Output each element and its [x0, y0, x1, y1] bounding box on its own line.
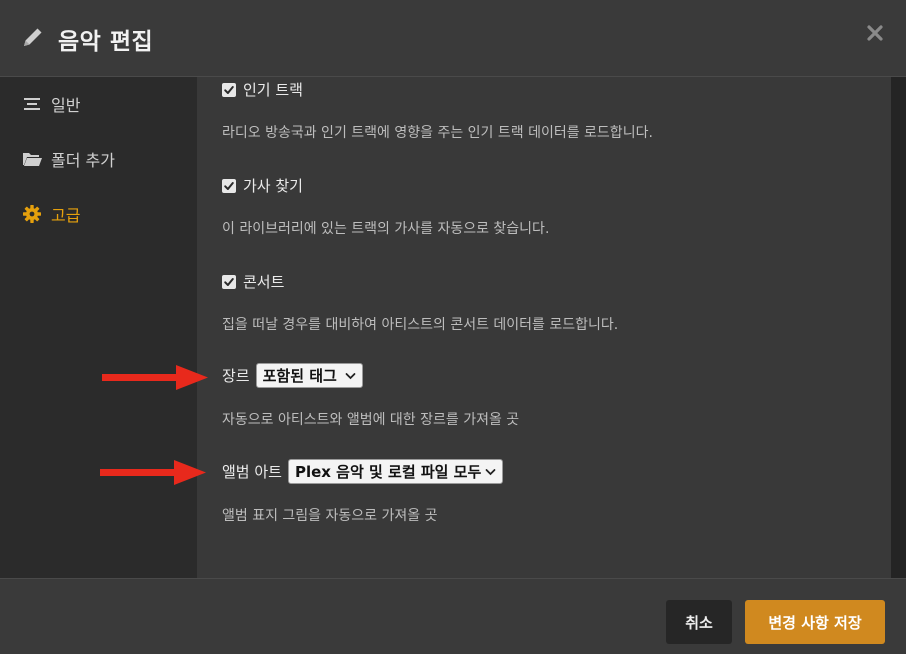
option-label: 콘서트 [243, 273, 285, 291]
sidebar-item-label: 고급 [51, 206, 81, 225]
album-art-description: 앨범 표지 그림을 자동으로 가져올 곳 [222, 508, 438, 524]
gear-icon [23, 205, 41, 223]
album-art-select-value: Plex 음악 및 로컬 파일 모두 [294, 463, 482, 481]
option-find-lyrics: 가사 찾기 [222, 175, 303, 196]
sidebar-item-label: 폴더 추가 [51, 151, 115, 170]
option-description: 집을 떠날 경우를 대비하여 아티스트의 콘서트 데이터를 로드합니다. [222, 317, 619, 333]
option-concerts: 콘서트 [222, 271, 284, 292]
sidebar-item-add-folder[interactable]: 폴더 추가 [0, 139, 197, 179]
genre-label: 장르 [222, 367, 250, 385]
option-label: 인기 트랙 [243, 81, 303, 99]
concerts-checkbox[interactable] [222, 274, 236, 289]
chevron-down-icon [345, 372, 356, 379]
red-arrow-annotation [100, 460, 206, 485]
dialog-title: 음악 편집 [58, 29, 154, 55]
save-changes-button[interactable]: 변경 사항 저장 [745, 600, 885, 644]
album-art-label: 앨범 아트 [222, 463, 282, 481]
popular-tracks-checkbox[interactable] [222, 82, 236, 97]
settings-panel: 인기 트랙 라디오 방송국과 인기 트랙에 영향을 주는 인기 트랙 데이터를 … [197, 77, 891, 578]
checkmark-icon [224, 181, 234, 190]
list-icon [24, 98, 40, 110]
checkmark-icon [224, 85, 234, 94]
sidebar-item-label: 일반 [51, 96, 81, 115]
dialog-header: 음악 편집 [0, 0, 906, 77]
dialog-footer: 취소 변경 사항 저장 [0, 578, 906, 654]
sidebar-item-general[interactable]: 일반 [0, 84, 197, 124]
option-description: 라디오 방송국과 인기 트랙에 영향을 주는 인기 트랙 데이터를 로드합니다. [222, 125, 653, 141]
find-lyrics-checkbox[interactable] [222, 178, 236, 193]
scrollbar-track[interactable] [891, 77, 906, 578]
close-icon[interactable] [866, 24, 884, 42]
album-art-select[interactable]: Plex 음악 및 로컬 파일 모두 [287, 459, 504, 484]
genre-select-value: 포함된 태그 [262, 367, 337, 385]
genre-select[interactable]: 포함된 태그 [255, 363, 363, 388]
option-popular-tracks: 인기 트랙 [222, 79, 303, 100]
folder-icon [23, 153, 42, 166]
sidebar: 일반 폴더 추가 고급 [0, 77, 197, 578]
genre-setting: 장르 포함된 태그 [222, 363, 363, 388]
red-arrow-annotation [102, 365, 208, 390]
genre-description: 자동으로 아티스트와 앨범에 대한 장르를 가져올 곳 [222, 412, 520, 428]
option-description: 이 라이브러리에 있는 트랙의 가사를 자동으로 찾습니다. [222, 221, 550, 237]
cancel-button[interactable]: 취소 [666, 600, 732, 644]
chevron-down-icon [485, 468, 496, 475]
pencil-icon [24, 28, 42, 46]
sidebar-item-advanced[interactable]: 고급 [0, 194, 197, 234]
checkmark-icon [224, 277, 234, 286]
option-label: 가사 찾기 [243, 177, 303, 195]
album-art-setting: 앨범 아트 Plex 음악 및 로컬 파일 모두 [222, 459, 504, 484]
